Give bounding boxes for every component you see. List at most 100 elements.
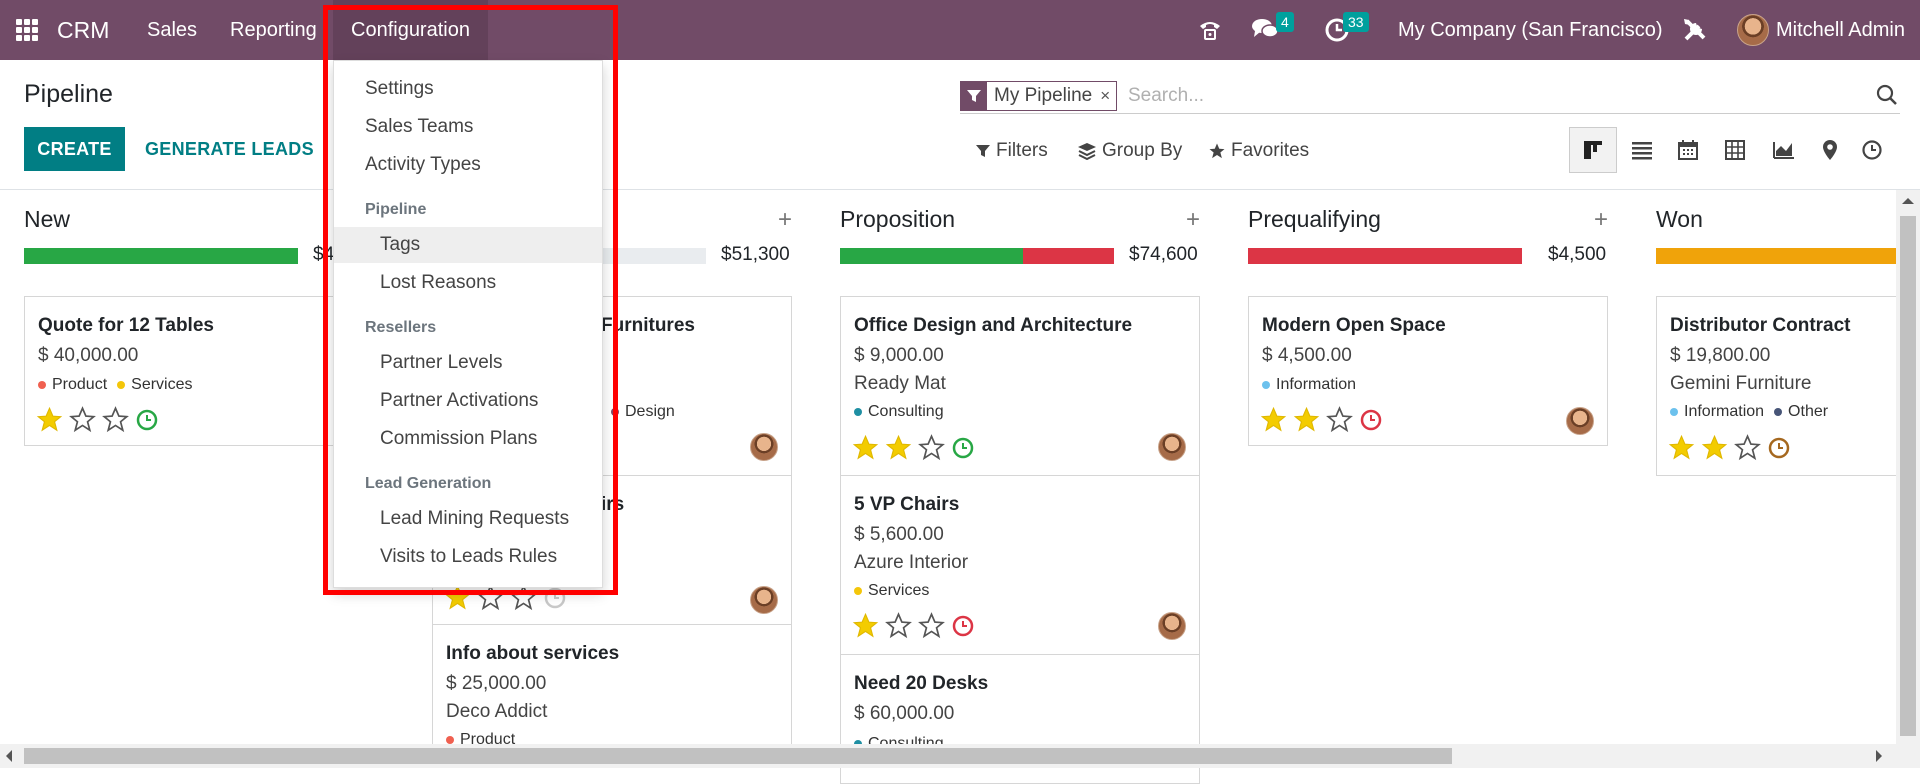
scrollbar-thumb[interactable]: [1900, 216, 1916, 736]
menu-item-visits-to-leads-rules[interactable]: Visits to Leads Rules: [334, 539, 602, 575]
menu-item-partner-levels[interactable]: Partner Levels: [334, 345, 602, 381]
salesperson-avatar[interactable]: [1158, 612, 1186, 640]
salesperson-avatar[interactable]: [750, 586, 778, 614]
star-filled-icon[interactable]: [852, 612, 879, 639]
search-facet[interactable]: My Pipeline ×: [960, 81, 1118, 111]
star-empty-icon[interactable]: [1734, 434, 1761, 461]
star-filled-icon[interactable]: [1293, 406, 1320, 433]
star-filled-icon[interactable]: [1260, 406, 1287, 433]
progress-segment-overdue[interactable]: [1023, 248, 1114, 264]
scroll-right-icon[interactable]: [1876, 750, 1888, 762]
kanban-card[interactable]: 5 VP Chairs $ 5,600.00 Azure Interior Se…: [840, 475, 1200, 655]
salesperson-avatar[interactable]: [750, 433, 778, 461]
star-filled-icon[interactable]: [36, 406, 63, 433]
menu-item-settings[interactable]: Settings: [334, 71, 602, 107]
column-progress-bar[interactable]: [1248, 248, 1522, 264]
list-view-icon[interactable]: [1618, 127, 1666, 173]
column-progress-bar[interactable]: [24, 248, 298, 264]
horizontal-scrollbar[interactable]: [0, 744, 1920, 768]
kanban-card[interactable]: Info about services $ 25,000.00 Deco Add…: [432, 624, 792, 764]
star-empty-icon[interactable]: [1326, 406, 1353, 433]
menu-item-tags[interactable]: Tags: [334, 227, 602, 263]
search-icon[interactable]: [1876, 84, 1898, 111]
vertical-scrollbar[interactable]: [1896, 190, 1920, 744]
company-switcher[interactable]: My Company (San Francisco): [1398, 0, 1663, 60]
menu-item-lead-mining-requests[interactable]: Lead Mining Requests: [334, 501, 602, 537]
star-empty-icon[interactable]: [102, 406, 129, 433]
star-empty-icon[interactable]: [69, 406, 96, 433]
settings-tools-icon[interactable]: [1681, 16, 1709, 49]
quick-create-plus-icon[interactable]: +: [778, 206, 792, 234]
star-empty-icon[interactable]: [510, 584, 537, 611]
salesperson-avatar[interactable]: [1566, 407, 1594, 435]
priority-stars[interactable]: [1668, 434, 1791, 461]
progress-segment-planned[interactable]: [840, 248, 1023, 264]
progress-segment-overdue[interactable]: [1248, 248, 1522, 264]
menu-item-partner-activations[interactable]: Partner Activations: [334, 383, 602, 419]
menu-reporting[interactable]: Reporting: [230, 0, 317, 60]
activity-clock-icon[interactable]: [1359, 408, 1383, 432]
filters-button[interactable]: Filters: [975, 137, 1048, 165]
graph-view-icon[interactable]: [1760, 127, 1808, 173]
user-avatar[interactable]: [1737, 14, 1769, 46]
kanban-card[interactable]: Quote for 12 Tables $ 40,000.00 Product …: [24, 296, 384, 446]
map-view-icon[interactable]: [1806, 127, 1854, 173]
scroll-up-icon[interactable]: [1902, 192, 1914, 204]
menu-configuration[interactable]: Configuration: [333, 0, 488, 60]
quick-create-plus-icon[interactable]: +: [1594, 206, 1608, 234]
kanban-card[interactable]: Office Design and Architecture $ 9,000.0…: [840, 296, 1200, 476]
kanban-card[interactable]: Distributor Contract $ 19,800.00 Gemini …: [1656, 296, 1916, 476]
user-menu[interactable]: Mitchell Admin: [1776, 0, 1905, 60]
generate-leads-button[interactable]: GENERATE LEADS: [145, 127, 314, 171]
search-input[interactable]: [1128, 82, 1828, 110]
star-filled-icon[interactable]: [1668, 434, 1695, 461]
priority-stars[interactable]: [36, 406, 159, 433]
menu-sales[interactable]: Sales: [147, 0, 197, 60]
progress-segment-planned[interactable]: [1656, 248, 1896, 264]
menu-item-lost-reasons[interactable]: Lost Reasons: [334, 265, 602, 301]
scroll-left-icon[interactable]: [0, 750, 12, 762]
favorites-button[interactable]: Favorites: [1208, 137, 1309, 165]
priority-stars[interactable]: [852, 434, 975, 461]
star-filled-icon[interactable]: [1701, 434, 1728, 461]
star-empty-icon[interactable]: [477, 584, 504, 611]
progress-segment-won[interactable]: [24, 248, 298, 264]
star-filled-icon[interactable]: [444, 584, 471, 611]
apps-menu-icon[interactable]: [16, 19, 38, 41]
create-button[interactable]: CREATE: [24, 127, 125, 171]
column-progress-bar[interactable]: [840, 248, 1114, 264]
menu-item-commission-plans[interactable]: Commission Plans: [334, 421, 602, 457]
group-by-button[interactable]: Group By: [1077, 137, 1182, 165]
salesperson-avatar[interactable]: [1158, 433, 1186, 461]
menu-item-activity-types[interactable]: Activity Types: [334, 147, 602, 183]
star-filled-icon[interactable]: [852, 434, 879, 461]
activity-clock-icon[interactable]: [543, 586, 567, 610]
quick-create-plus-icon[interactable]: +: [1186, 206, 1200, 234]
star-empty-icon[interactable]: [885, 612, 912, 639]
priority-stars[interactable]: [1260, 406, 1383, 433]
column-progress-bar[interactable]: [1656, 248, 1896, 264]
phone-icon[interactable]: [1197, 17, 1223, 48]
column-title: New: [24, 206, 71, 232]
menu-item-sales-teams[interactable]: Sales Teams: [334, 109, 602, 145]
priority-stars[interactable]: [444, 584, 567, 611]
activity-clock-icon[interactable]: [951, 614, 975, 638]
kanban-card[interactable]: Modern Open Space $ 4,500.00 Information: [1248, 296, 1608, 446]
facet-remove-icon[interactable]: ×: [1100, 86, 1116, 106]
app-name[interactable]: CRM: [57, 0, 109, 60]
card-tags: Product Services: [38, 376, 193, 394]
column-amount: $74,600: [1129, 244, 1198, 265]
activity-clock-icon[interactable]: [135, 408, 159, 432]
star-empty-icon[interactable]: [918, 612, 945, 639]
calendar-view-icon[interactable]: [1664, 127, 1712, 173]
star-empty-icon[interactable]: [918, 434, 945, 461]
pivot-view-icon[interactable]: [1711, 127, 1759, 173]
kanban-view-icon[interactable]: [1569, 127, 1617, 173]
messages-icon[interactable]: [1251, 17, 1279, 46]
star-filled-icon[interactable]: [885, 434, 912, 461]
activity-clock-icon[interactable]: [951, 436, 975, 460]
priority-stars[interactable]: [852, 612, 975, 639]
activity-view-icon[interactable]: [1848, 127, 1896, 173]
scrollbar-thumb[interactable]: [24, 748, 1452, 764]
activity-clock-icon[interactable]: [1767, 436, 1791, 460]
